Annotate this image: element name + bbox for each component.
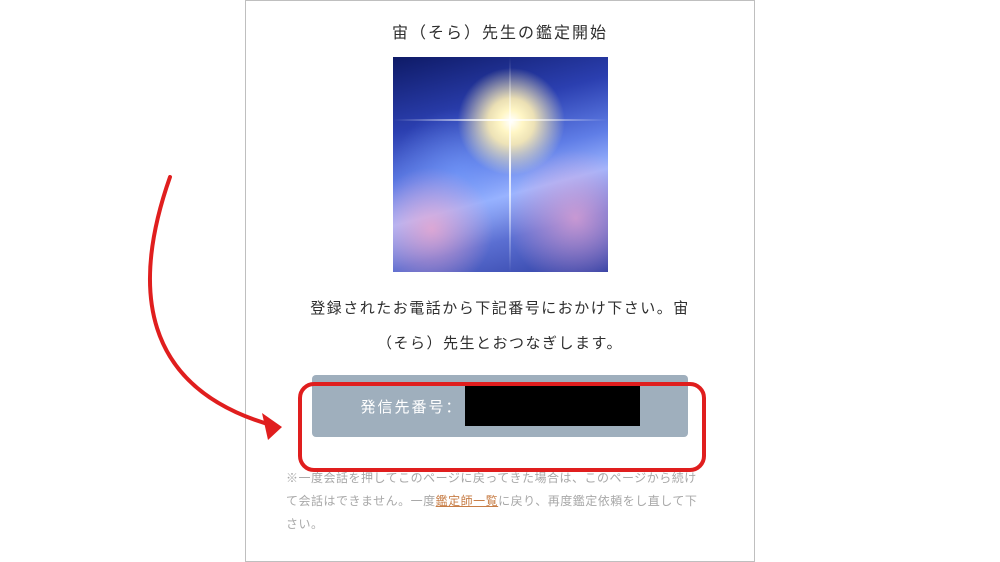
fortune-teller-sky-image xyxy=(393,57,608,272)
phone-number-button[interactable]: 発信先番号： xyxy=(312,375,688,437)
call-instruction: 登録されたお電話から下記番号におかけ下さい。宙 （そら）先生とおつなぎします。 xyxy=(268,292,732,361)
phone-label: 発信先番号： xyxy=(360,396,462,417)
fortune-teller-image-wrap xyxy=(268,57,732,272)
fortune-teller-list-link[interactable]: 鑑定師一覧 xyxy=(436,494,499,508)
card-title: 宙（そら）先生の鑑定開始 xyxy=(268,19,732,43)
consultation-start-card: 宙（そら）先生の鑑定開始 登録されたお電話から下記番号におかけ下さい。宙 （そら… xyxy=(245,0,755,562)
phone-number-redacted xyxy=(465,386,640,426)
instruction-line-1: 登録されたお電話から下記番号におかけ下さい。宙 xyxy=(310,300,690,317)
instruction-line-2: （そら）先生とおつなぎします。 xyxy=(377,335,623,352)
disclaimer-note: ※一度会話を押してこのページに戻ってきた場合は、このページから続けて会話はできま… xyxy=(286,467,702,535)
